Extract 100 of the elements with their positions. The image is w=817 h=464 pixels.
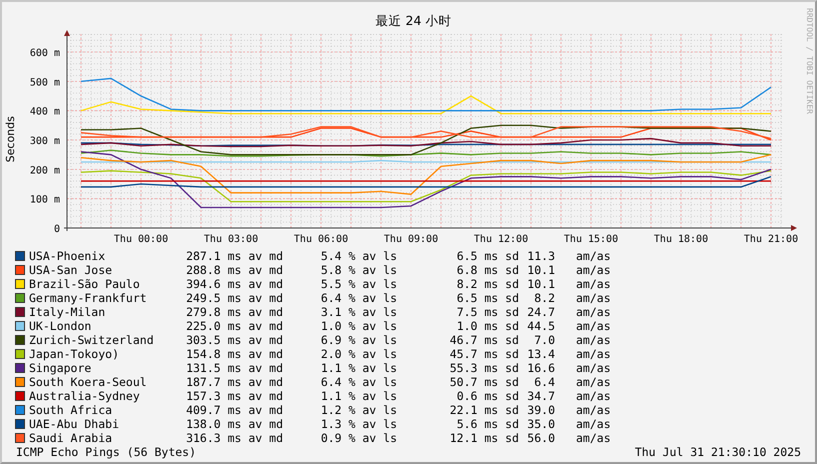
x-tick-label: Thu 12:00 xyxy=(474,234,528,245)
median-value: 316.3 ms av md xyxy=(185,431,283,445)
std-dev-value: 8.2 ms sd xyxy=(456,277,519,291)
am-as-value: 16.6 xyxy=(526,361,555,375)
am-as-value: 39.0 xyxy=(526,403,555,417)
am-as-value: 35.0 xyxy=(526,417,555,431)
loss-value: 1.2 % av ls xyxy=(320,403,397,417)
std-dev-value: 12.1 ms sd xyxy=(448,431,519,445)
chart-title: 最近 24 小时 xyxy=(376,12,452,30)
am-as-value: 6.4 xyxy=(533,375,555,389)
am-as-value: 11.3 xyxy=(526,249,555,263)
median-value: 409.7 ms av md xyxy=(185,403,283,417)
x-tick-label: Thu 15:00 xyxy=(564,234,618,245)
y-tick-label: 200 m xyxy=(30,165,60,176)
loss-value: 1.0 % av ls xyxy=(320,319,397,333)
std-dev-value: 55.3 ms sd xyxy=(448,361,519,375)
series-name: Germany-Frankfurt xyxy=(29,291,148,305)
std-dev-value: 5.6 ms sd xyxy=(456,417,519,431)
am-as-value: 8.2 xyxy=(533,291,555,305)
x-tick-label: Thu 06:00 xyxy=(294,234,348,245)
median-value: 288.8 ms av md xyxy=(185,263,283,277)
am-as-unit: am/as xyxy=(576,403,611,417)
std-dev-value: 6.5 ms sd xyxy=(456,291,519,305)
x-tick-label: Thu 21:00 xyxy=(744,234,798,245)
std-dev-value: 6.5 ms sd xyxy=(456,249,519,263)
loss-value: 3.1 % av ls xyxy=(320,305,397,319)
loss-value: 1.1 % av ls xyxy=(320,389,397,403)
loss-value: 1.1 % av ls xyxy=(320,361,397,375)
am-as-unit: am/as xyxy=(576,347,611,361)
std-dev-value: 50.7 ms sd xyxy=(448,375,519,389)
loss-value: 1.3 % av ls xyxy=(320,417,397,431)
am-as-unit: am/as xyxy=(576,417,611,431)
y-tick-label: 300 m xyxy=(30,136,60,148)
series-name: Zurich-Switzerland xyxy=(29,333,155,347)
series-name: UK-London xyxy=(29,319,92,333)
am-as-value: 10.1 xyxy=(526,263,555,277)
am-as-value: 10.1 xyxy=(526,277,555,291)
series-name: South Koera-Seoul xyxy=(29,375,148,389)
timestamp: Thu Jul 31 21:30:10 2025 xyxy=(634,445,801,459)
median-value: 287.1 ms av md xyxy=(185,249,283,263)
am-as-unit: am/as xyxy=(576,375,611,389)
median-value: 187.7 ms av md xyxy=(185,375,283,389)
series-name: Italy-Milan xyxy=(29,305,106,319)
am-as-unit: am/as xyxy=(576,305,611,319)
am-as-unit: am/as xyxy=(576,431,611,445)
loss-value: 5.4 % av ls xyxy=(320,249,397,263)
am-as-unit: am/as xyxy=(576,249,611,263)
median-value: 131.5 ms av md xyxy=(185,361,283,375)
loss-value: 5.5 % av ls xyxy=(320,277,397,291)
median-value: 225.0 ms av md xyxy=(185,319,283,333)
median-value: 138.0 ms av md xyxy=(185,417,283,431)
median-value: 249.5 ms av md xyxy=(185,291,283,305)
series-name: Japan-Tokoyo) xyxy=(29,347,120,361)
am-as-value: 7.0 xyxy=(533,333,555,347)
am-as-unit: am/as xyxy=(576,333,611,347)
loss-value: 5.8 % av ls xyxy=(320,263,397,277)
am-as-value: 56.0 xyxy=(526,431,555,445)
am-as-value: 13.4 xyxy=(526,347,555,361)
series-name: Singapore xyxy=(29,361,92,375)
median-value: 279.8 ms av md xyxy=(185,305,283,319)
am-as-value: 44.5 xyxy=(526,319,555,333)
loss-value: 0.9 % av ls xyxy=(320,431,397,445)
std-dev-value: 7.5 ms sd xyxy=(456,305,519,319)
y-tick-label: 500 m xyxy=(30,77,60,88)
median-value: 394.6 ms av md xyxy=(185,277,283,291)
series-name: USA-San Jose xyxy=(29,263,114,277)
std-dev-value: 6.8 ms sd xyxy=(456,263,519,277)
am-as-value: 34.7 xyxy=(526,389,555,403)
x-tick-label: Thu 18:00 xyxy=(654,234,708,245)
std-dev-value: 0.6 ms sd xyxy=(456,389,519,403)
std-dev-value: 46.7 ms sd xyxy=(448,333,519,347)
y-axis-label: Seconds xyxy=(2,116,18,162)
std-dev-value: 45.7 ms sd xyxy=(448,347,519,361)
y-tick-label: 600 m xyxy=(30,48,60,60)
series-name: Australia-Sydney xyxy=(29,389,141,403)
side-label: RRDTOOL / TOBI OETIKER xyxy=(804,8,815,116)
x-tick-label: Thu 09:00 xyxy=(384,234,438,245)
am-as-value: 24.7 xyxy=(526,305,555,319)
median-value: 154.8 ms av md xyxy=(185,347,283,361)
am-as-unit: am/as xyxy=(576,277,611,291)
loss-value: 6.4 % av ls xyxy=(320,291,397,305)
x-tick-label: Thu 00:00 xyxy=(114,234,168,245)
am-as-unit: am/as xyxy=(576,361,611,375)
series-name: South Africa xyxy=(29,403,114,417)
series-name: USA-Phoenix xyxy=(29,249,106,263)
am-as-unit: am/as xyxy=(576,389,611,403)
std-dev-value: 1.0 ms sd xyxy=(456,319,519,333)
series-name: UAE-Abu Dhabi xyxy=(29,417,120,431)
y-tick-label: 0 xyxy=(54,224,60,235)
series-name: Brazil-São Paulo xyxy=(29,277,141,291)
y-tick-label: 400 m xyxy=(30,106,60,118)
loss-value: 2.0 % av ls xyxy=(320,347,397,361)
loss-value: 6.9 % av ls xyxy=(320,333,397,347)
am-as-unit: am/as xyxy=(576,319,611,333)
median-value: 303.5 ms av md xyxy=(185,333,283,347)
series-name: Saudi Arabia xyxy=(29,431,114,445)
x-tick-label: Thu 03:00 xyxy=(204,234,258,245)
std-dev-value: 22.1 ms sd xyxy=(448,403,519,417)
y-tick-label: 100 m xyxy=(30,194,60,206)
median-value: 157.3 ms av md xyxy=(185,389,283,403)
